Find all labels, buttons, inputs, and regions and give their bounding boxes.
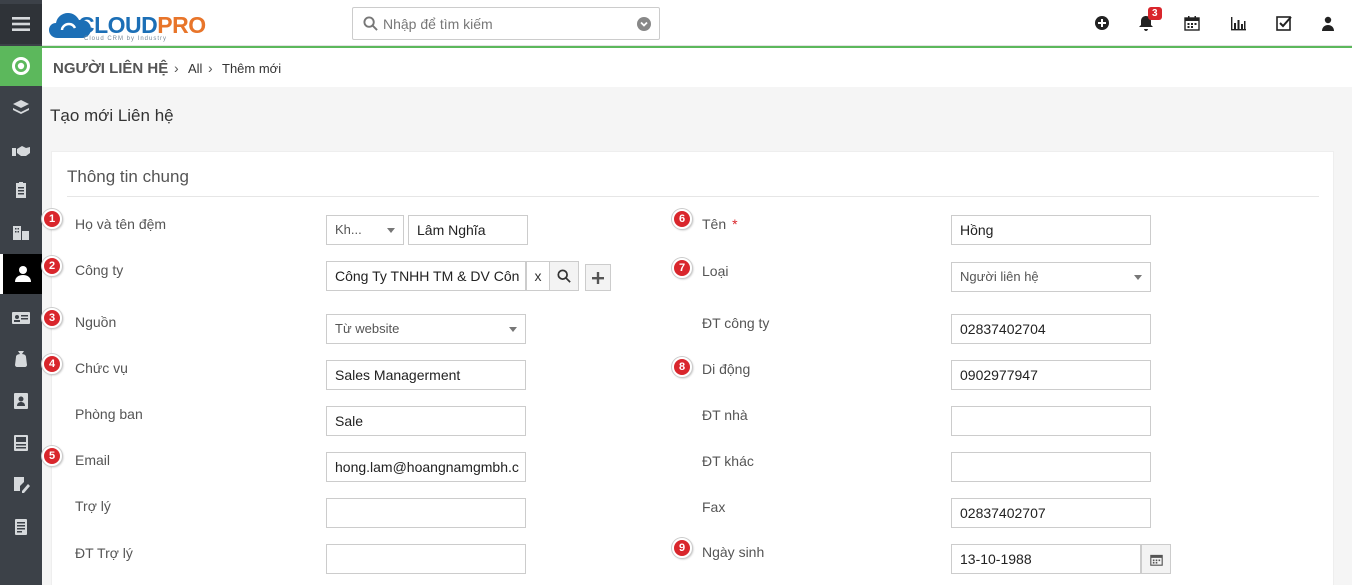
logo-tagline: Cloud CRM by Industry [84, 36, 168, 42]
edit-document-icon[interactable] [0, 465, 42, 505]
search-icon [557, 269, 571, 283]
label-middle-name: Họ và tên đệm [75, 216, 167, 232]
step-marker-6: 6 [672, 209, 692, 229]
person-icon[interactable] [0, 254, 42, 294]
label-first-name-text: Tên [702, 216, 727, 232]
step-marker-8: 8 [672, 357, 692, 377]
label-home-phone: ĐT nhà [702, 407, 748, 423]
search-input[interactable] [383, 12, 623, 36]
label-other-phone: ĐT khác [702, 453, 754, 469]
label-first-name: Tên * [702, 216, 738, 232]
label-department: Phòng ban [75, 406, 143, 422]
contact-book-icon[interactable] [0, 381, 42, 421]
breadcrumb-separator: › [174, 60, 179, 76]
assistant-input[interactable] [326, 498, 526, 528]
sidebar [0, 0, 42, 585]
top-header: CLOUDPRO Cloud CRM by Industry 3 [42, 0, 1352, 46]
handshake-icon[interactable] [0, 130, 42, 170]
id-card-icon[interactable] [0, 298, 42, 338]
general-info-card: Thông tin chung 1 Họ và tên đệm Kh... Lâ… [42, 151, 1334, 585]
step-marker-2: 2 [42, 256, 62, 276]
calendar-icon[interactable] [1184, 15, 1202, 33]
clear-company-button[interactable]: x [526, 261, 550, 291]
first-name-input[interactable]: Hồng [951, 215, 1151, 245]
step-marker-7: 7 [672, 258, 692, 278]
email-input[interactable]: hong.lam@hoangnamgmbh.c [326, 452, 526, 482]
checkbox-icon[interactable] [1276, 15, 1294, 33]
type-select[interactable]: Người liên hệ [951, 262, 1151, 292]
notification-badge: 3 [1148, 7, 1162, 20]
salutation-value: Kh... [335, 222, 362, 237]
other-phone-input[interactable] [951, 452, 1151, 482]
type-value: Người liên hệ [960, 269, 1039, 284]
step-marker-1: 1 [42, 209, 62, 229]
breadcrumb-all[interactable]: All [188, 61, 202, 76]
home-phone-input[interactable] [951, 406, 1151, 436]
source-value: Từ website [335, 321, 400, 336]
label-fax: Fax [702, 499, 726, 515]
label-source: Nguồn [75, 314, 117, 330]
chevron-down-icon [509, 327, 517, 332]
office-phone-input[interactable]: 02837402704 [951, 314, 1151, 344]
money-bag-icon[interactable] [0, 339, 42, 379]
label-type: Loại [702, 263, 729, 279]
mobile-input[interactable]: 0902977947 [951, 360, 1151, 390]
search-company-button[interactable] [549, 261, 579, 291]
breadcrumb: NGƯỜI LIÊN HỆ › All › Thêm mới [42, 46, 1352, 87]
bell-icon[interactable]: 3 [1138, 7, 1162, 33]
label-assistant-phone: ĐT Trợ lý [75, 545, 133, 561]
logo-text-cloud: CLOUD [78, 12, 158, 38]
fax-input[interactable]: 02837402707 [951, 498, 1151, 528]
chart-icon[interactable] [1230, 15, 1248, 33]
layers-icon[interactable] [0, 88, 42, 128]
add-company-button[interactable] [585, 264, 611, 291]
user-icon[interactable] [1320, 15, 1338, 33]
dashboard-icon[interactable] [0, 46, 42, 86]
label-office-phone: ĐT công ty [702, 315, 770, 331]
label-mobile: Di động [702, 361, 751, 377]
department-input[interactable]: Sale [326, 406, 526, 436]
company-input[interactable]: Công Ty TNHH TM & DV Côn [326, 261, 526, 291]
building-icon[interactable] [0, 212, 42, 252]
report-icon[interactable] [0, 507, 42, 547]
breadcrumb-module[interactable]: NGƯỜI LIÊN HỆ [53, 60, 168, 77]
required-marker: * [732, 216, 738, 232]
calendar-icon [1149, 554, 1163, 566]
step-marker-3: 3 [42, 308, 62, 328]
clipboard-icon[interactable] [0, 170, 42, 210]
menu-icon[interactable] [0, 4, 42, 44]
middle-name-input[interactable]: Lâm Nghĩa [408, 215, 528, 245]
step-marker-5: 5 [42, 446, 62, 466]
salutation-select[interactable]: Kh... [326, 215, 404, 245]
label-assistant: Trợ lý [75, 498, 111, 514]
global-search [352, 7, 660, 40]
label-birthday: Ngày sinh [702, 544, 765, 560]
job-title-input[interactable]: Sales Managerment [326, 360, 526, 390]
step-marker-9: 9 [672, 538, 692, 558]
chevron-down-icon[interactable] [637, 17, 651, 31]
logo-text-pro: PRO [157, 12, 206, 38]
page-title: Tạo mới Liên hệ [50, 106, 174, 125]
chevron-down-icon [387, 228, 395, 233]
search-icon [363, 16, 378, 31]
section-divider [67, 196, 1319, 197]
cloudpro-logo[interactable]: CLOUDPRO Cloud CRM by Industry [48, 6, 208, 42]
source-select[interactable]: Từ website [326, 314, 526, 344]
label-company: Công ty [75, 262, 124, 278]
sales-order-icon[interactable] [0, 423, 42, 463]
birthday-input[interactable]: 13-10-1988 [951, 544, 1141, 574]
assistant-phone-input[interactable] [326, 544, 526, 574]
chevron-down-icon [1134, 275, 1142, 280]
plus-icon [592, 271, 604, 284]
breadcrumb-current: Thêm mới [222, 61, 282, 76]
label-email: Email [75, 452, 111, 468]
breadcrumb-separator: › [208, 60, 213, 76]
birthday-picker-button[interactable] [1141, 544, 1171, 574]
step-marker-4: 4 [42, 354, 62, 374]
section-title: Thông tin chung [67, 167, 189, 186]
add-circle-icon[interactable] [1094, 15, 1112, 33]
label-title: Chức vụ [75, 360, 128, 376]
